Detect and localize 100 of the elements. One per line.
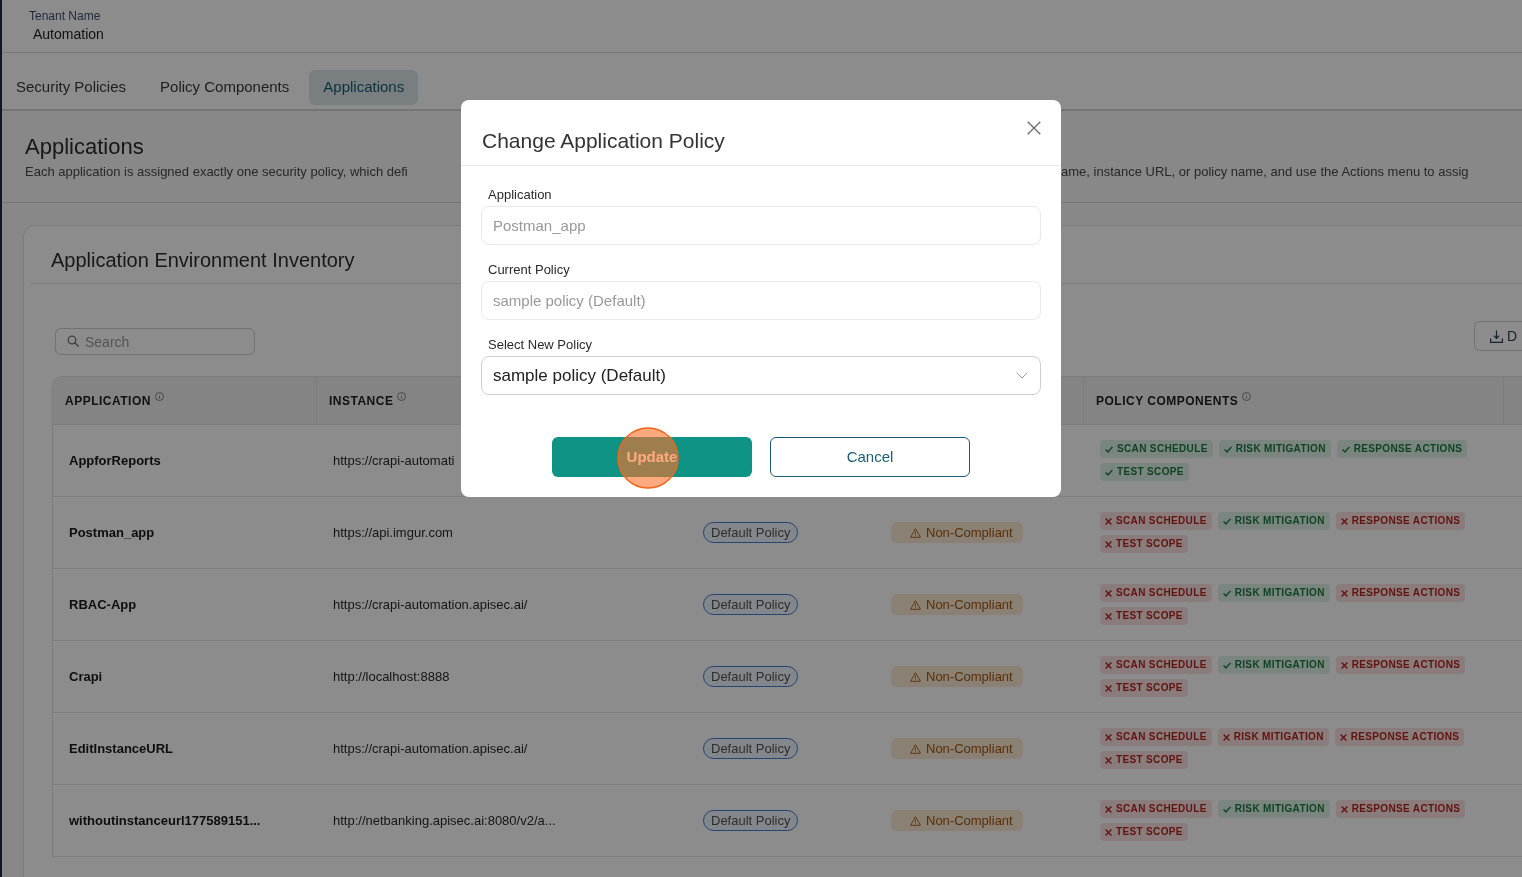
check-icon: [1223, 445, 1232, 453]
info-icon: [1242, 391, 1252, 401]
cross-icon: [1105, 805, 1112, 813]
component-label: RESPONSE ACTIONS: [1351, 514, 1461, 528]
tab[interactable]: Applications: [309, 70, 419, 105]
search-icon: [67, 335, 79, 347]
cross-icon: [1105, 733, 1112, 741]
application-name: RBAC-App: [69, 596, 137, 612]
policy-tag: Default Policy: [703, 738, 799, 759]
cross-icon: [1105, 684, 1112, 692]
component-label: RISK MITIGATION: [1233, 730, 1324, 744]
instance-url: https://api.imgur.com: [333, 524, 453, 540]
instance-url: https://crapi-automati: [333, 452, 455, 468]
tab[interactable]: Policy Components: [146, 70, 304, 105]
panel-title: Application Environment Inventory: [51, 248, 355, 272]
application-name: Postman_app: [69, 524, 155, 540]
warning-icon: [910, 671, 921, 682]
cross-icon: [1105, 661, 1112, 669]
cancel-button[interactable]: Cancel: [770, 437, 970, 477]
component-label: SCAN SCHEDULE: [1116, 802, 1207, 816]
status-text: Non-Compliant: [926, 812, 1013, 829]
component-label: TEST SCOPE: [1117, 465, 1184, 479]
search-field[interactable]: Search: [55, 328, 255, 355]
close-button[interactable]: [1027, 121, 1041, 135]
cross-icon: [1340, 661, 1348, 669]
component-label: RESPONSE ACTIONS: [1350, 730, 1460, 744]
application-name: withoutinstanceurl177589151...: [69, 812, 261, 828]
cross-icon: [1105, 517, 1112, 525]
component-label: SCAN SCHEDULE: [1117, 442, 1208, 456]
policy-tag: Default Policy: [703, 594, 799, 615]
component-label: TEST SCOPE: [1116, 825, 1183, 839]
check-icon: [1222, 589, 1231, 597]
check-icon: [1222, 661, 1231, 669]
status-text: Non-Compliant: [926, 524, 1013, 541]
component-label: RESPONSE ACTIONS: [1351, 586, 1461, 600]
instance-url: http://localhost:8888: [333, 668, 450, 684]
field-label: Application: [488, 187, 552, 203]
policy-select[interactable]: sample policy (Default): [481, 356, 1041, 395]
policy-tag: Default Policy: [703, 810, 799, 831]
policy-tag: Default Policy: [703, 666, 799, 687]
warning-icon: [910, 743, 921, 754]
tenant-label: Tenant Name: [29, 9, 101, 24]
status-text: Non-Compliant: [926, 740, 1013, 757]
cross-icon: [1340, 517, 1348, 525]
cross-icon: [1105, 612, 1112, 620]
field-label: Select New Policy: [488, 337, 593, 353]
component-label: TEST SCOPE: [1116, 609, 1183, 623]
component-label: TEST SCOPE: [1116, 537, 1183, 551]
component-label: RESPONSE ACTIONS: [1351, 658, 1461, 672]
warning-icon: [910, 527, 921, 538]
warning-icon: [910, 815, 921, 826]
component-label: TEST SCOPE: [1116, 753, 1183, 767]
info-icon: [154, 391, 164, 401]
cross-icon: [1105, 828, 1112, 836]
check-icon: [1222, 517, 1231, 525]
application-name: AppforReports: [69, 452, 161, 468]
dialog-title: Change Application Policy: [482, 128, 725, 153]
cross-icon: [1339, 733, 1347, 741]
status-text: Non-Compliant: [926, 668, 1013, 685]
info-icon: [397, 391, 407, 401]
chevron-down-icon: [1016, 372, 1028, 379]
page-title: Applications: [25, 134, 144, 160]
cross-icon: [1340, 805, 1348, 813]
instance-url: https://crapi-automation.apisec.ai/: [333, 596, 528, 612]
description-text: ame, instance URL, or policy name, and use the Actions menu to assig: [1061, 163, 1469, 180]
check-icon: [1341, 445, 1350, 453]
application-name: EditInstanceURL: [69, 740, 173, 756]
cross-icon: [1222, 733, 1230, 741]
download-icon: [1489, 329, 1503, 343]
component-label: SCAN SCHEDULE: [1116, 730, 1207, 744]
check-icon: [1222, 805, 1231, 813]
download-button[interactable]: D: [1473, 321, 1522, 351]
component-label: SCAN SCHEDULE: [1116, 586, 1207, 600]
component-label: TEST SCOPE: [1116, 681, 1183, 695]
cross-icon: [1340, 589, 1348, 597]
status-text: Non-Compliant: [926, 596, 1013, 613]
component-label: RISK MITIGATION: [1235, 442, 1326, 456]
cross-icon: [1105, 589, 1112, 597]
description-text: Each application is assigned exactly one security policy, which defi: [25, 163, 408, 180]
column-header: APPLICATION: [65, 392, 151, 410]
column-header: POLICY COMPONENTS: [1096, 392, 1239, 410]
close-icon: [1027, 121, 1041, 135]
application-name: Crapi: [69, 668, 103, 684]
component-label: RISK MITIGATION: [1234, 586, 1325, 600]
component-label: RISK MITIGATION: [1234, 658, 1325, 672]
policy-tag: Default Policy: [703, 522, 799, 543]
warning-icon: [910, 599, 921, 610]
check-icon: [1105, 445, 1113, 453]
component-label: SCAN SCHEDULE: [1116, 658, 1207, 672]
cross-icon: [1105, 540, 1112, 548]
component-label: RESPONSE ACTIONS: [1353, 442, 1463, 456]
check-icon: [1105, 468, 1113, 476]
instance-url: http://netbanking.apisec.ai:8080/v2/a...: [333, 812, 556, 828]
component-label: RISK MITIGATION: [1234, 802, 1325, 816]
field-label: Current Policy: [488, 262, 570, 278]
tenant-name: Automation: [33, 25, 104, 43]
component-label: RISK MITIGATION: [1234, 514, 1325, 528]
tab[interactable]: Security Policies: [2, 70, 141, 105]
cross-icon: [1105, 756, 1112, 764]
component-label: RESPONSE ACTIONS: [1351, 802, 1461, 816]
